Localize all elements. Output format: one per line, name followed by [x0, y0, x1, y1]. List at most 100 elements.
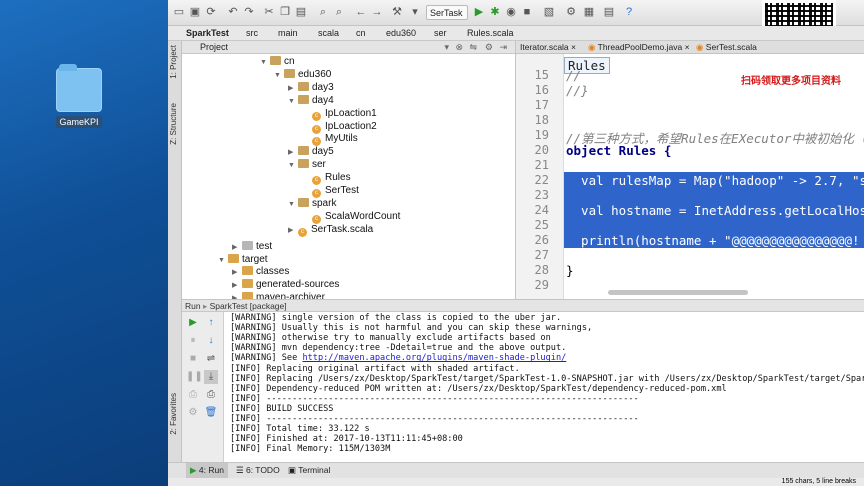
tree-item[interactable]: c ScalaWordCount	[302, 211, 400, 224]
code-editor[interactable]: Rules ////}//第三种方式，希望Rules在EXecutor中被初始化…	[564, 54, 864, 299]
breadcrumb-item[interactable]: SparkTest	[186, 26, 229, 40]
desktop-folder-label: GameKPI	[56, 116, 102, 128]
rerun-icon[interactable]: ▶	[186, 316, 200, 330]
sync-icon[interactable]: ⟳	[204, 5, 218, 19]
copy-icon[interactable]: ❐	[278, 5, 292, 19]
tab-threadpooldemo[interactable]: ◉ ThreadPoolDemo.java ×	[588, 41, 690, 53]
editor-horizontal-scrollbar[interactable]	[608, 290, 748, 295]
console-link[interactable]: http://maven.apache.org/plugins/maven-sh…	[302, 353, 566, 363]
expand-arrow-icon[interactable]: ▼	[288, 160, 298, 172]
tab-structure[interactable]: Z: Structure	[169, 103, 178, 145]
breadcrumb-item[interactable]: src	[246, 26, 258, 40]
find-icon[interactable]: ⌕	[316, 5, 330, 19]
tree-item[interactable]: c SerTest	[302, 185, 359, 198]
tree-item[interactable]: ▶ day5	[288, 146, 334, 159]
build-icon[interactable]: ⚒	[390, 5, 404, 19]
console-line: [INFO] BUILD SUCCESS	[230, 403, 334, 414]
tree-item[interactable]: ▼ ser	[288, 159, 326, 172]
nav-forward-icon[interactable]: →	[370, 5, 384, 19]
stop-icon[interactable]: ■	[520, 5, 534, 19]
open-folder-icon[interactable]: ▭	[172, 5, 186, 19]
tree-item[interactable]: c Rules	[302, 172, 351, 186]
soft-wrap-icon[interactable]: ⇌	[204, 352, 218, 366]
forward-icon[interactable]: ↷	[242, 5, 256, 19]
structure-icon[interactable]: ▦	[582, 5, 596, 19]
line-number: 27	[534, 248, 549, 262]
settings-icon[interactable]: ⚙	[564, 5, 578, 19]
tab-favorites[interactable]: 2: Favorites	[169, 393, 178, 435]
run-target[interactable]: SparkTest [package]	[210, 301, 287, 311]
tree-item[interactable]: c IpLoaction2	[302, 121, 377, 134]
sdk-icon[interactable]: ▤	[602, 5, 616, 19]
scroll-down-icon[interactable]: ↓	[204, 334, 218, 348]
breadcrumb-item[interactable]: scala	[318, 26, 339, 40]
expand-arrow-icon[interactable]: ▶	[232, 242, 242, 254]
tree-item[interactable]: ▼ cn	[260, 56, 295, 69]
save-icon[interactable]: ▣	[188, 5, 202, 19]
tree-item[interactable]: ▼ target	[218, 253, 268, 267]
scala-class-icon: c	[312, 124, 321, 134]
expand-arrow-icon[interactable]: ▼	[218, 255, 228, 267]
nav-back-icon[interactable]: ←	[354, 5, 368, 19]
breadcrumb-item[interactable]: ser	[434, 26, 447, 40]
breadcrumb-item[interactable]: cn	[356, 26, 366, 40]
desktop-folder-gamekpi[interactable]: GameKPI	[54, 64, 104, 128]
hide-panel-icon[interactable]: ⇥	[499, 41, 507, 54]
print-icon[interactable]: ⎙	[204, 388, 218, 402]
console-output[interactable]: [WARNING] single version of the class is…	[224, 312, 864, 462]
tree-item[interactable]: ▼ edu360	[274, 68, 331, 82]
expand-arrow-icon[interactable]: ▼	[288, 96, 298, 108]
pause-icon[interactable]: ⏸	[186, 334, 200, 348]
project-panel-title[interactable]: Project	[200, 42, 228, 52]
breadcrumb-item[interactable]: edu360	[386, 26, 416, 40]
scroll-from-source-icon[interactable]: ⇋	[469, 41, 477, 54]
console-line: [INFO] Finished at: 2017-10-13T11:11:45+…	[230, 434, 463, 445]
expand-arrow-icon[interactable]: ▶	[232, 267, 242, 279]
settings-run-icon[interactable]: ⚙	[186, 406, 200, 420]
run-configuration-select[interactable]: SerTask	[426, 5, 468, 20]
breadcrumb-item[interactable]: main	[278, 26, 298, 40]
tree-item[interactable]: ▶ test	[232, 240, 272, 254]
expand-arrow-icon[interactable]: ▶	[288, 83, 298, 95]
expand-arrow-icon[interactable]: ▶	[232, 280, 242, 292]
tab-iterator[interactable]: Iterator.scala ×	[520, 41, 576, 53]
tree-item[interactable]: ▶ generated-sources	[232, 279, 339, 292]
tab-run[interactable]: ▶ 4: Run	[186, 463, 228, 478]
expand-arrow-icon[interactable]: ▶	[288, 147, 298, 159]
help-icon[interactable]: ?	[622, 5, 636, 19]
vcs-icon[interactable]: ▧	[542, 5, 556, 19]
expand-arrow-icon[interactable]: ▶	[288, 225, 298, 237]
suspend-icon[interactable]: ❚❚	[186, 370, 203, 384]
tab-todo[interactable]: ☰ 6: TODO	[236, 463, 280, 478]
tree-item[interactable]: ▶ c SerTask.scala	[288, 224, 373, 237]
tree-item[interactable]: ▼ spark	[288, 197, 336, 211]
expand-arrow-icon[interactable]: ▼	[260, 57, 270, 69]
tree-item[interactable]: ▼ day4	[288, 94, 334, 108]
tree-item[interactable]: ▶ day3	[288, 81, 334, 95]
expand-arrow-icon[interactable]: ▼	[288, 199, 298, 211]
tab-terminal[interactable]: ▣ Terminal	[288, 463, 330, 478]
replace-icon[interactable]: ⌕	[332, 5, 346, 19]
paste-icon[interactable]: ▤	[294, 5, 308, 19]
run-icon[interactable]: ▶	[472, 5, 486, 19]
stop-run-icon[interactable]: ■	[186, 352, 200, 366]
scroll-to-end-icon[interactable]: ⤓	[204, 370, 218, 384]
tree-item[interactable]: c IpLoaction1	[302, 108, 377, 121]
console-line: [WARNING] mvn dependency:tree -Ddetail=t…	[230, 343, 567, 354]
scroll-up-icon[interactable]: ↑	[204, 316, 218, 330]
expand-arrow-icon[interactable]: ▼	[274, 70, 284, 82]
cut-icon[interactable]: ✂	[262, 5, 276, 19]
project-dropdown-icon[interactable]: ▾	[444, 41, 449, 54]
tree-item[interactable]: ▶ classes	[232, 266, 289, 279]
collapse-all-icon[interactable]: ⊗	[455, 41, 463, 54]
clear-icon[interactable]: 🗑	[204, 406, 218, 420]
tree-item[interactable]: c MyUtils	[302, 133, 358, 147]
dump-icon[interactable]: ⎙	[186, 388, 200, 402]
breadcrumb-item[interactable]: Rules.scala	[467, 26, 514, 40]
coverage-icon[interactable]: ◉	[504, 5, 518, 19]
panel-settings-icon[interactable]: ⚙	[485, 41, 493, 54]
back-icon[interactable]: ↶	[226, 5, 240, 19]
tab-sertest[interactable]: ◉ SerTest.scala	[696, 41, 757, 53]
debug-icon[interactable]: ✱	[488, 5, 502, 19]
tab-project[interactable]: 1: Project	[169, 45, 178, 79]
